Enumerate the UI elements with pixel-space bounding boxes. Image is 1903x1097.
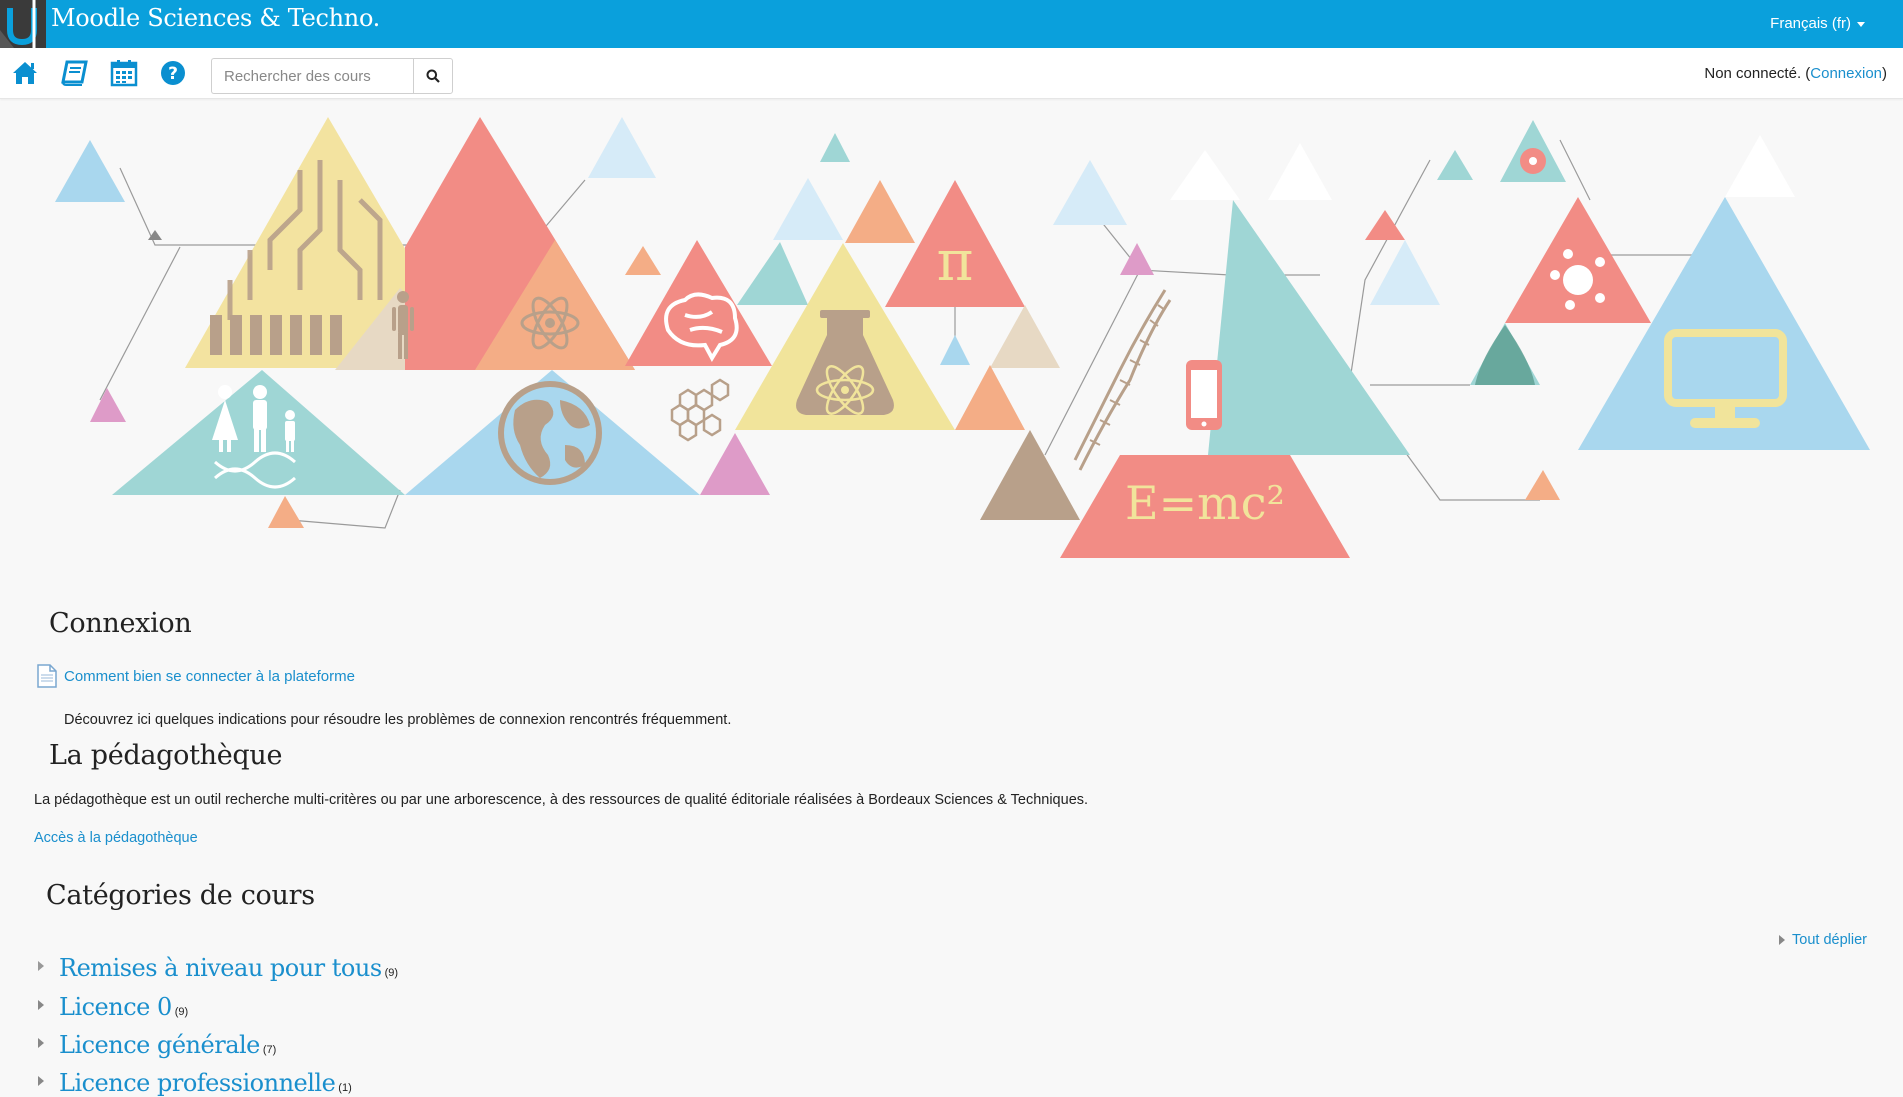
course-search-input[interactable]	[211, 58, 414, 94]
collapsed-arrow-icon[interactable]	[38, 961, 44, 971]
category-item[interactable]: Licence professionnelle (1)	[38, 1069, 352, 1097]
top-bar: Moodle Sciences & Techno. Français (fr)	[0, 0, 1903, 48]
activity-link[interactable]: Comment bien se connecter à la plateform…	[64, 668, 355, 685]
category-link[interactable]: Licence générale	[59, 1031, 260, 1059]
section-title-connexion: Connexion	[49, 608, 192, 639]
home-icon[interactable]	[10, 58, 40, 88]
svg-text:?: ?	[168, 64, 178, 84]
login-status: Non connecté. (Connexion)	[1704, 65, 1887, 82]
collapsed-arrow-icon[interactable]	[38, 1076, 44, 1086]
category-count: (7)	[262, 1044, 277, 1056]
login-status-suffix: )	[1882, 65, 1887, 82]
language-label: Français (fr)	[1770, 15, 1851, 32]
category-count: (1)	[338, 1082, 352, 1094]
category-link[interactable]: Licence 0	[59, 993, 172, 1021]
collapsed-arrow-icon[interactable]	[38, 1038, 44, 1048]
site-title[interactable]: Moodle Sciences & Techno.	[51, 4, 380, 32]
pedagotheque-description: La pédagothèque est un outil recherche m…	[34, 792, 1089, 808]
banner-pi: π	[937, 229, 974, 294]
help-icon[interactable]: ?	[158, 58, 188, 88]
page-icon	[37, 664, 57, 688]
nav-bar: ? Non connecté. (Connexion)	[0, 48, 1903, 99]
search-button[interactable]	[413, 58, 453, 94]
expand-all-toggle[interactable]: Tout déplier	[1779, 932, 1867, 948]
calendar-icon[interactable]	[109, 58, 139, 88]
category-count: (9)	[384, 967, 399, 979]
login-status-text: Non connecté. (	[1704, 65, 1811, 82]
book-icon[interactable]	[60, 58, 90, 88]
activity-page[interactable]: Comment bien se connecter à la plateform…	[36, 664, 355, 688]
category-item[interactable]: Licence 0 (9)	[38, 993, 188, 1021]
caret-down-icon	[1857, 21, 1865, 27]
category-link[interactable]: Licence professionnelle	[59, 1069, 336, 1097]
site-logo[interactable]	[0, 0, 46, 48]
section-title-categories: Catégories de cours	[46, 880, 315, 911]
activity-summary: Découvrez ici quelques indications pour …	[64, 712, 732, 728]
collapsed-arrow-icon[interactable]	[38, 1000, 44, 1010]
category-count: (9)	[174, 1006, 189, 1018]
search-icon	[426, 69, 440, 83]
pedagotheque-link[interactable]: Accès à la pédagothèque	[34, 830, 198, 846]
section-title-pedagotheque: La pédagothèque	[49, 740, 283, 771]
login-link[interactable]: Connexion	[1810, 65, 1882, 82]
category-link[interactable]: Remises à niveau pour tous	[59, 954, 382, 982]
banner-formula: E=mc²	[1125, 476, 1285, 530]
hero-banner: π E=mc²	[0, 99, 1903, 579]
category-item[interactable]: Licence générale (7)	[38, 1031, 276, 1059]
expand-all-link[interactable]: Tout déplier	[1792, 932, 1867, 948]
category-item[interactable]: Remises à niveau pour tous (9)	[38, 954, 398, 982]
expand-arrow-icon	[1779, 935, 1786, 945]
language-menu[interactable]: Français (fr)	[1770, 15, 1865, 32]
